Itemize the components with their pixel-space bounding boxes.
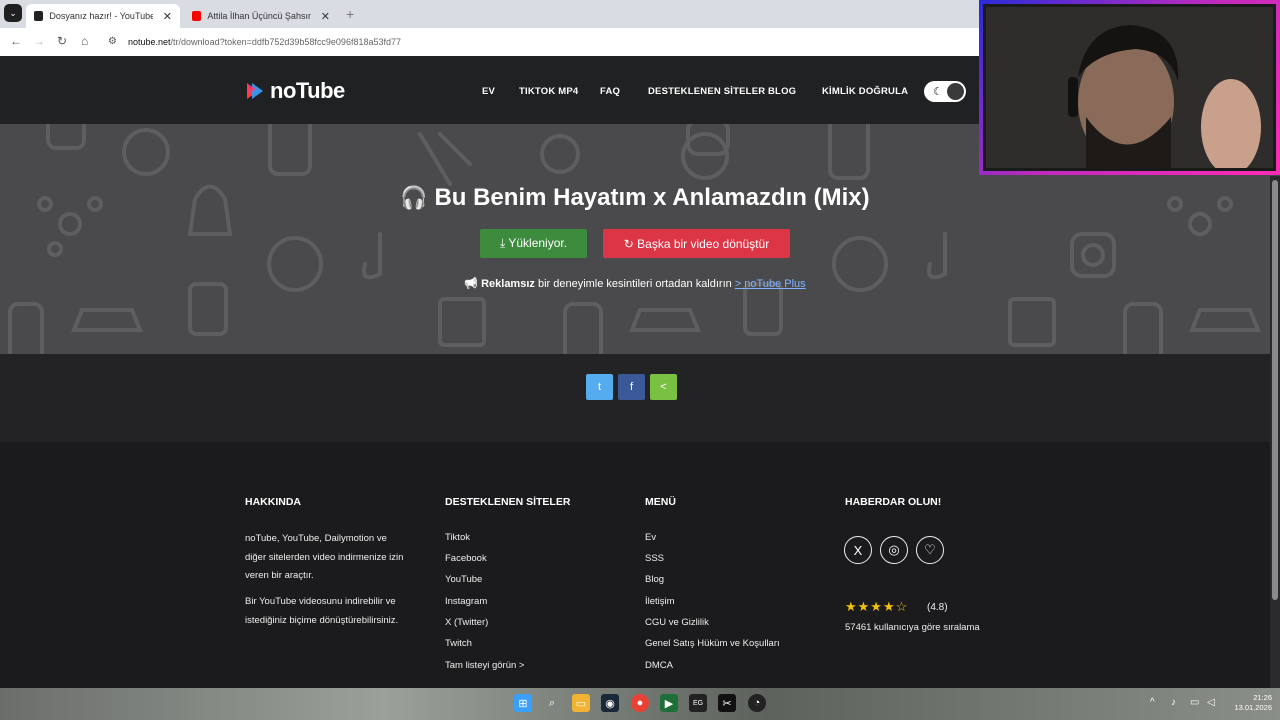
- notube-favicon-icon: [34, 11, 44, 21]
- toggle-track-dot: [947, 83, 964, 100]
- webcam-video: [983, 4, 1276, 171]
- twitter-icon: t: [597, 381, 602, 393]
- windows-start-icon[interactable]: ⊞: [514, 694, 532, 712]
- facebook-share-button[interactable]: f: [618, 374, 645, 400]
- back-icon[interactable]: ←: [10, 34, 22, 48]
- close-icon[interactable]: ✕: [163, 10, 172, 23]
- promo-banner: 📢 Reklamsız bir deneyimle kesintileri or…: [0, 277, 1270, 290]
- webcam-overlay: [979, 0, 1280, 175]
- epic-games-icon[interactable]: EG: [689, 694, 707, 712]
- url-path: /tr/download?token=ddfb752d39b58fcc9e096…: [170, 37, 401, 47]
- forward-icon[interactable]: →: [33, 34, 45, 48]
- video-title-text: Bu Benim Hayatım x Anlamazdın (Mix): [434, 184, 870, 211]
- share-button[interactable]: <: [650, 374, 677, 400]
- capcut-icon[interactable]: ✂: [718, 694, 736, 712]
- rating-count: 57461 kullanıcıya göre sıralama: [845, 622, 980, 633]
- site-info-icon[interactable]: ⚙: [108, 36, 117, 47]
- menu-link-terms[interactable]: Genel Satış Hüküm ve Koşulları: [645, 638, 780, 649]
- menu-link-sss[interactable]: SSS: [645, 553, 664, 564]
- share-icon: <: [660, 381, 667, 393]
- newsletter-heading: HABERDAR OLUN!: [845, 496, 942, 508]
- x-social-icon[interactable]: X: [844, 536, 872, 564]
- reload-icon[interactable]: ↻: [57, 34, 67, 48]
- site-link-x[interactable]: X (Twitter): [445, 617, 488, 628]
- menu-link-privacy[interactable]: CGU ve Gizlilik: [645, 617, 709, 628]
- site-link-full-list[interactable]: Tam listeyi görün >: [445, 660, 524, 671]
- url-domain: notube.net: [128, 37, 171, 47]
- microphone-icon[interactable]: ♪: [1171, 697, 1176, 708]
- nav-tiktok-mp4[interactable]: TIKTOK MP4: [519, 86, 578, 97]
- app-green-icon[interactable]: ▶: [660, 694, 678, 712]
- about-text-2: Bir YouTube videosunu indirebilir ve ist…: [245, 596, 399, 626]
- volume-icon[interactable]: ◁: [1207, 697, 1215, 708]
- search-icon[interactable]: ⌕: [543, 694, 561, 712]
- scrollbar-thumb[interactable]: [1272, 180, 1278, 600]
- rating-value: (4.8): [927, 602, 948, 613]
- promo-text: bir deneyimle kesintileri ortadan kaldır…: [534, 278, 735, 290]
- tray-chevron-icon[interactable]: ^: [1150, 697, 1155, 708]
- nav-ev[interactable]: EV: [482, 86, 495, 97]
- system-clock[interactable]: 21:26 13.01.2026: [1226, 693, 1272, 713]
- nav-faq[interactable]: FAQ: [600, 86, 620, 97]
- dark-mode-toggle[interactable]: ☾: [924, 81, 966, 102]
- video-title: 🎧 Bu Benim Hayatım x Anlamazdın (Mix): [0, 184, 1270, 212]
- menu-link-dmca[interactable]: DMCA: [645, 660, 673, 671]
- nav-login[interactable]: KİMLİK DOĞRULA: [822, 86, 908, 97]
- about-text-1: noTube, YouTube, Dailymotion ve diğer si…: [245, 533, 404, 581]
- menu-link-blog[interactable]: Blog: [645, 574, 664, 585]
- youtube-favicon-icon: [192, 11, 202, 21]
- new-tab-button[interactable]: +: [346, 6, 354, 22]
- network-icon[interactable]: ▭: [1190, 697, 1199, 708]
- promo-bold: Reklamsız: [481, 278, 535, 290]
- notube-logo[interactable]: noTube: [244, 78, 345, 104]
- site-link-tiktok[interactable]: Tiktok: [445, 532, 470, 543]
- menu-link-ev[interactable]: Ev: [645, 532, 656, 543]
- clock-time: 21:26: [1253, 693, 1272, 702]
- heart-rate-icon[interactable]: ♡: [916, 536, 944, 564]
- nav-blog[interactable]: BLOG: [768, 86, 796, 97]
- notube-plus-link[interactable]: > noTube Plus: [735, 278, 806, 290]
- headphones-icon: 🎧: [400, 185, 428, 210]
- file-explorer-icon[interactable]: ▭: [572, 694, 590, 712]
- notube-logo-icon: [247, 83, 263, 99]
- site-link-youtube[interactable]: YouTube: [445, 574, 482, 585]
- tab-label: Attila İlhan Üçüncü Şahsın Şiiri: [207, 11, 311, 21]
- home-icon[interactable]: ⌂: [81, 34, 88, 48]
- supported-sites-heading: DESTEKLENEN SİTELER: [445, 496, 571, 508]
- convert-another-button[interactable]: ↻ Başka bir video dönüştür: [603, 229, 790, 258]
- rating-stars-icon: ★★★★☆: [845, 599, 909, 614]
- menu-link-contact[interactable]: İletişim: [645, 596, 675, 607]
- logo-text: noTube: [270, 78, 345, 103]
- nav-supported-sites[interactable]: DESTEKLENEN SİTELER: [648, 86, 765, 97]
- menu-heading: MENÜ: [645, 496, 676, 508]
- facebook-icon: f: [629, 381, 634, 393]
- tab-active[interactable]: Dosyanız hazır! - YouTube MP3 ✕: [26, 4, 180, 28]
- megaphone-icon: 📢: [464, 278, 479, 290]
- tab-label: Dosyanız hazır! - YouTube MP3: [49, 11, 153, 21]
- chrome-icon[interactable]: ●: [631, 694, 649, 712]
- url-field[interactable]: notube.net/tr/download?token=ddfb752d39b…: [128, 31, 401, 53]
- close-icon[interactable]: ✕: [321, 10, 330, 23]
- clock-date: 13.01.2026: [1234, 703, 1272, 712]
- about-heading: HAKKINDA: [245, 496, 301, 508]
- tab-menu-button[interactable]: ⌄: [4, 4, 22, 22]
- footer: [0, 442, 1280, 688]
- site-link-facebook[interactable]: Facebook: [445, 553, 487, 564]
- twitter-share-button[interactable]: t: [586, 374, 613, 400]
- obs-icon[interactable]: ◔: [748, 694, 766, 712]
- instagram-icon[interactable]: ◎: [880, 536, 908, 564]
- site-link-instagram[interactable]: Instagram: [445, 596, 487, 607]
- tab-inactive[interactable]: Attila İlhan Üçüncü Şahsın Şiiri ✕: [184, 4, 338, 28]
- loading-button[interactable]: ⤓ Yükleniyor.: [480, 229, 587, 258]
- steam-icon[interactable]: ◉: [601, 694, 619, 712]
- site-link-twitch[interactable]: Twitch: [445, 638, 472, 649]
- person-image: [986, 7, 1273, 168]
